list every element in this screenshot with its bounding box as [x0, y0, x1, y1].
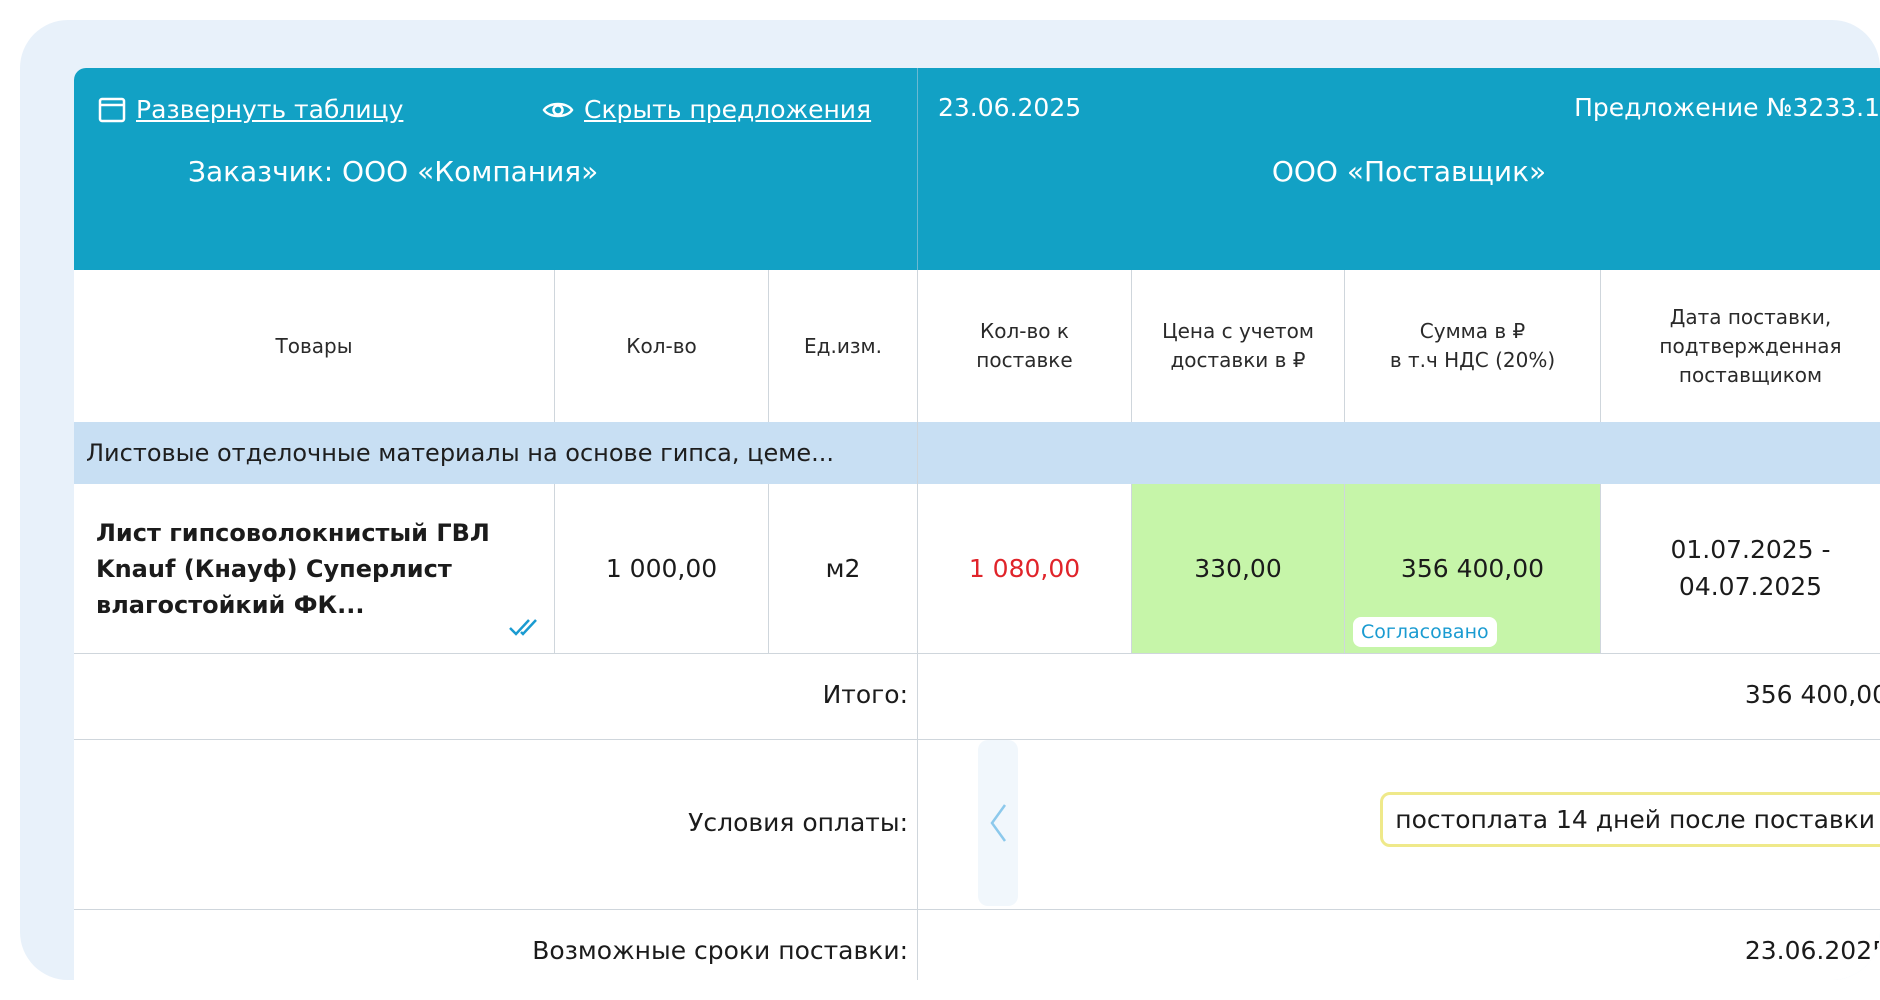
table-icon: [98, 97, 126, 122]
column-header-qty-delivery: Кол-во к поставке: [918, 270, 1132, 422]
hide-offers-link[interactable]: Скрыть предложения: [542, 95, 871, 124]
delivery-date-text: Дата поставки, подтвержденная поставщико…: [1659, 304, 1842, 387]
delivery-terms-label: Возможные сроки поставки:: [532, 936, 908, 965]
totals-value: 356 400,00: [1744, 680, 1880, 709]
expand-table-link[interactable]: Развернуть таблицу: [98, 95, 403, 124]
category-group-row[interactable]: Листовые отделочные материалы на основе …: [74, 422, 1880, 484]
qty-cell: 1 000,00: [555, 484, 769, 654]
category-title: Листовые отделочные материалы на основе …: [86, 439, 835, 467]
sum-value: 356 400,00: [1400, 554, 1545, 583]
sum-cell: 356 400,00 Согласовано: [1345, 484, 1601, 654]
delivery-date-value: 01.07.2025 - 04.07.2025: [1670, 535, 1831, 601]
payment-value: постоплата 14 дней после поставки: [1380, 792, 1880, 847]
qty-delivery-text: Кол-во к поставке: [976, 319, 1073, 372]
payment-label: Условия оплаты:: [688, 808, 908, 837]
offer-comparison-table: Развернуть таблицу Скрыть предложения За…: [74, 68, 1880, 980]
supplier-name: ООО «Поставщик»: [1271, 155, 1547, 188]
column-header-qty: Кол-во: [555, 270, 769, 422]
page-frame: Развернуть таблицу Скрыть предложения За…: [20, 20, 1880, 980]
customer-header: Развернуть таблицу Скрыть предложения За…: [74, 68, 917, 270]
chevron-left-icon: [990, 804, 1007, 842]
delivery-terms-value: 23.06.2025: [1744, 936, 1880, 965]
product-name-cell: Лист гипсоволокнистый ГВЛ Knauf (Кнауф) …: [74, 484, 555, 654]
totals-row: Итого: 356 400,00: [74, 654, 1880, 740]
double-check-icon: [509, 619, 537, 636]
unit-cell: м2: [769, 484, 918, 654]
lower-column-divider: [917, 270, 918, 980]
delivery-date-cell: 01.07.2025 - 04.07.2025: [1601, 484, 1880, 654]
hide-offers-label[interactable]: Скрыть предложения: [584, 95, 871, 124]
sum-line-2: в т.ч НДС (20%): [1389, 348, 1556, 372]
supplier-header: 23.06.2025 Предложение №3233.1 ООО «Пост…: [918, 68, 1880, 270]
scroll-left-button[interactable]: [978, 740, 1018, 906]
column-header-price: Цена с учетом доставки в ₽: [1132, 270, 1345, 422]
product-name: Лист гипсоволокнистый ГВЛ Knauf (Кнауф) …: [96, 518, 490, 619]
delivery-terms-row: Возможные сроки поставки: 23.06.2025: [74, 910, 1880, 980]
eye-icon: [542, 102, 574, 117]
status-badge: Согласовано: [1353, 617, 1497, 647]
totals-label: Итого:: [822, 680, 908, 709]
payment-terms-row: Условия оплаты: постоплата 14 дней после…: [74, 740, 1880, 910]
sum-line-1: Сумма в ₽: [1419, 319, 1526, 343]
offer-number: Предложение №3233.1: [1574, 93, 1880, 122]
expand-table-label[interactable]: Развернуть таблицу: [136, 95, 403, 124]
column-header-goods: Товары: [74, 270, 555, 422]
price-cell: 330,00: [1132, 484, 1345, 654]
customer-name: Заказчик: ООО «Компания»: [188, 155, 599, 188]
offer-date: 23.06.2025: [938, 93, 1082, 122]
price-text: Цена с учетом доставки в ₽: [1162, 319, 1314, 372]
column-header-sum: Сумма в ₽ в т.ч НДС (20%): [1345, 270, 1601, 422]
column-header-unit: Ед.изм.: [769, 270, 918, 422]
qty-delivery-cell: 1 080,00: [918, 484, 1132, 654]
column-header-delivery-date: Дата поставки, подтвержденная поставщико…: [1601, 270, 1880, 422]
